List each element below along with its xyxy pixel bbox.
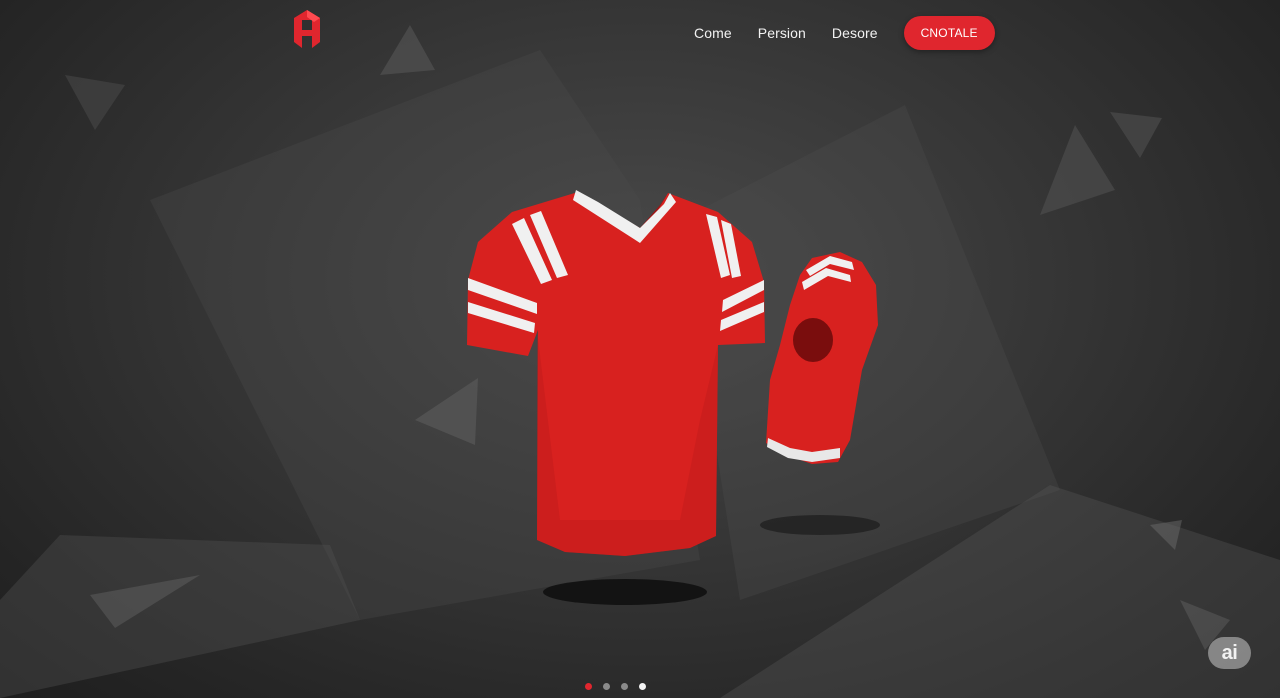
bg-polygon xyxy=(0,535,360,698)
red-geometric-logo-icon xyxy=(294,10,320,48)
carousel-dot-2[interactable] xyxy=(603,683,610,690)
hero-stage xyxy=(0,0,1280,698)
brand-logo[interactable] xyxy=(290,8,324,54)
background-shapes xyxy=(0,25,1280,698)
carousel-pagination xyxy=(585,683,646,690)
carousel-dot-3[interactable] xyxy=(621,683,628,690)
carousel-dot-1[interactable] xyxy=(585,683,592,690)
bg-triangle xyxy=(380,25,435,75)
nav-link-persion[interactable]: Persion xyxy=(758,25,806,41)
bg-triangle xyxy=(1110,112,1162,158)
ai-watermark-badge: ai xyxy=(1208,637,1251,669)
top-navigation: Come Persion Desore CNOTALE xyxy=(680,16,995,50)
bg-triangle xyxy=(65,75,125,130)
bg-triangle xyxy=(1040,125,1115,215)
jersey-shadow xyxy=(543,579,707,605)
nav-link-come[interactable]: Come xyxy=(694,25,732,41)
nav-link-desore[interactable]: Desore xyxy=(832,25,878,41)
carousel-dot-4[interactable] xyxy=(639,683,646,690)
cta-button[interactable]: CNOTALE xyxy=(903,16,995,50)
sleeve-shadow xyxy=(760,515,880,535)
